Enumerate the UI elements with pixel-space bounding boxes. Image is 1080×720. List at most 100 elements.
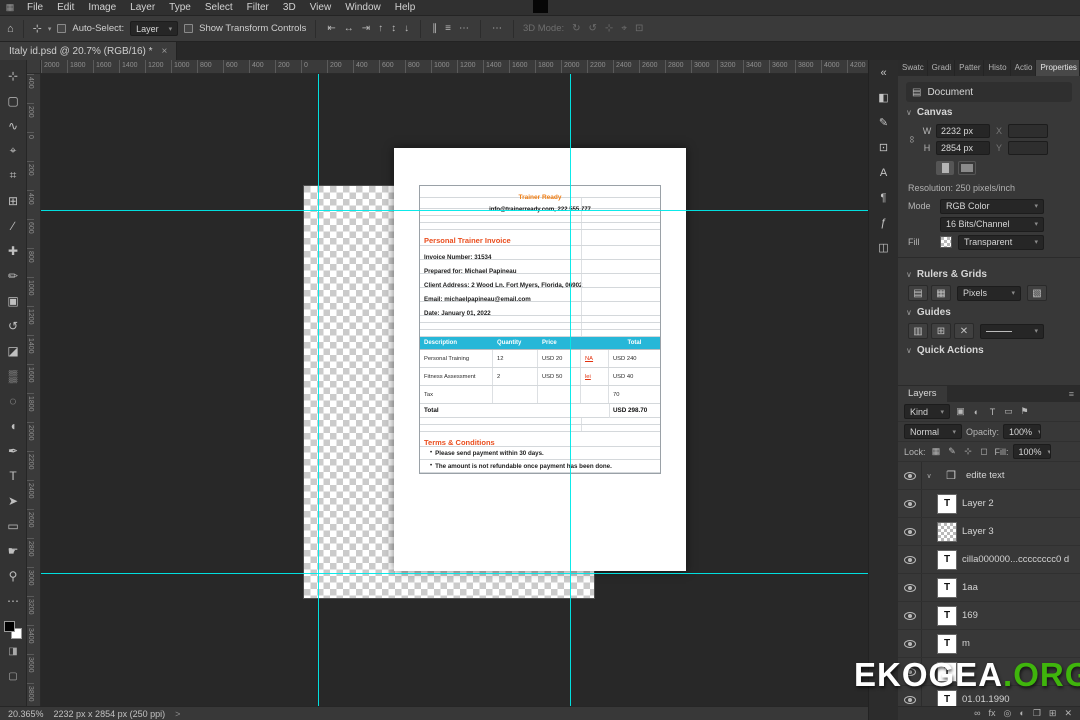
move-tool-preset-icon[interactable]: ⊹ [33,22,42,35]
clone-source-panel-icon[interactable]: ⊡ [873,137,895,158]
layer-row[interactable]: T Layer 2 [898,490,1080,518]
tool-preset-arrow-icon[interactable]: ▾ [48,25,52,33]
healing-brush-tool[interactable]: ✚ [0,238,27,263]
layer-row[interactable]: T 1aa [898,574,1080,602]
visibility-toggle[interactable] [898,630,922,657]
align-right-edges-icon[interactable]: ⇥ [360,23,372,34]
delete-layer-icon[interactable]: ✕ [1064,707,1072,720]
filter-adjustment-layers-icon[interactable]: ◐ [970,407,983,417]
link-dimensions-icon[interactable]: ∞ [906,122,918,156]
vertical-guide[interactable] [570,74,571,706]
home-icon[interactable]: ⌂ [7,23,14,35]
rulers-grids-section-header[interactable]: Rulers & Grids [906,264,1072,284]
filter-kind-dropdown[interactable]: Kind [904,404,950,419]
filter-smart-objects-icon[interactable]: ⚑ [1018,406,1031,417]
canvas-area[interactable]: Trainer Ready info@trainerready.com, 222… [41,74,868,706]
menu-image[interactable]: Image [81,0,123,15]
menu-3d[interactable]: 3D [276,0,303,15]
screen-mode-icon[interactable]: ▢ [0,664,27,689]
menu-view[interactable]: View [303,0,339,15]
shape-tool[interactable]: ▭ [0,513,27,538]
lock-transparent-pixels-icon[interactable]: ▦ [930,446,943,457]
layer-row[interactable]: T 169 [898,602,1080,630]
app-logo-icon[interactable]: ▦ [0,2,20,13]
align-bottom-edges-icon[interactable]: ↓ [402,23,411,34]
auto-select-checkbox[interactable] [57,24,67,33]
guide-layout-icon[interactable]: ▥ [908,323,928,339]
canvas-height-input[interactable]: 2854 px [936,140,990,155]
hand-tool[interactable]: ☛ [0,538,27,563]
frame-tool[interactable]: ⊞ [0,188,27,213]
menu-file[interactable]: File [20,0,50,15]
brush-tool[interactable]: ✏ [0,263,27,288]
opacity-dropdown[interactable]: 100% [1003,424,1042,439]
collapse-panels-icon[interactable]: « [873,62,895,83]
clear-guides-icon[interactable]: ✕ [954,323,974,339]
blur-tool[interactable]: ◌ [0,388,27,413]
ruler-corner[interactable] [27,60,41,74]
filter-pixel-layers-icon[interactable]: ▣ [954,406,967,417]
blend-mode-dropdown[interactable]: Normal [904,424,962,439]
document-page[interactable]: Trainer Ready info@trainerready.com, 222… [394,148,686,571]
quick-actions-section-header[interactable]: Quick Actions [906,340,1072,360]
panel-tab-patter[interactable]: Patter [955,60,985,76]
lasso-tool[interactable]: ∿ [0,113,27,138]
canvas-width-input[interactable]: 2232 px [936,123,990,138]
foreground-color-swatch[interactable] [4,621,15,632]
link-layers-icon[interactable]: ∞ [974,707,980,720]
panel-tab-properties[interactable]: Properties [1036,60,1080,76]
portrait-orientation-button[interactable] [936,161,954,175]
color-mode-dropdown[interactable]: RGB Color [940,198,1044,214]
new-guide-icon[interactable]: ⊞ [931,323,951,339]
eraser-tool[interactable]: ◪ [0,338,27,363]
lock-position-icon[interactable]: ⊹ [962,446,975,457]
guides-section-header[interactable]: Guides [906,302,1072,322]
visibility-toggle[interactable] [898,462,922,489]
visibility-toggle[interactable] [898,602,922,629]
bit-depth-dropdown[interactable]: 16 Bits/Channel [940,216,1044,232]
horizontal-guide[interactable] [41,573,868,574]
lock-image-pixels-icon[interactable]: ✎ [946,446,959,457]
clone-stamp-tool[interactable]: ▣ [0,288,27,313]
move-tool[interactable]: ⊹ [0,63,27,88]
layer-row[interactable]: Tcilla000000...cccccccc0 d [898,546,1080,574]
fill-opacity-dropdown[interactable]: 100% [1012,444,1051,459]
close-tab-icon[interactable]: × [162,46,168,57]
menu-window[interactable]: Window [338,0,388,15]
gradient-tool[interactable]: ▒ [0,363,27,388]
eyedropper-tool[interactable]: ∕ [0,213,27,238]
expand-arrow-icon[interactable]: ∨ [922,472,936,480]
horizontal-ruler[interactable]: 2000 1800 1600 1400 1200 1000 800 600 400 200 0 200… [41,60,868,74]
align-top-edges-icon[interactable]: ↑ [376,23,385,34]
color-swatches[interactable] [4,621,22,639]
new-layer-icon[interactable]: ⊞ [1049,707,1057,720]
menu-select[interactable]: Select [198,0,240,15]
layer-row[interactable]: Tm [898,630,1080,658]
menu-help[interactable]: Help [388,0,423,15]
zoom-tool[interactable]: ⚲ [0,563,27,588]
visibility-toggle[interactable] [898,518,922,545]
visibility-toggle[interactable] [898,574,922,601]
panel-tab-gradi[interactable]: Gradi [928,60,956,76]
filter-shape-layers-icon[interactable]: ▭ [1002,406,1015,417]
status-menu-arrow-icon[interactable]: > [175,709,180,719]
guide-style-dropdown[interactable] [980,323,1044,339]
quick-mask-icon[interactable]: ◨ [0,639,27,664]
brush-settings-panel-icon[interactable]: ✎ [873,112,895,133]
extra-options-icon[interactable]: ⋯ [490,23,504,34]
glyphs-panel-icon[interactable]: ƒ [873,212,895,233]
lock-all-icon[interactable]: ◻ [978,446,991,457]
pen-tool[interactable]: ✒ [0,438,27,463]
landscape-orientation-button[interactable] [958,161,976,175]
menu-layer[interactable]: Layer [123,0,162,15]
vertical-guide[interactable] [318,74,319,706]
canvas-section-header[interactable]: Canvas [906,102,1072,122]
toolbar-options-icon[interactable]: ⋯ [0,588,27,613]
layer-mask-icon[interactable]: ◎ [1004,707,1012,720]
align-options-icon[interactable]: ⋯ [457,23,471,34]
crop-tool[interactable]: ⌗ [0,163,27,188]
show-transform-checkbox[interactable] [184,24,194,33]
character-panel-icon[interactable]: A [873,162,895,183]
menu-edit[interactable]: Edit [50,0,81,15]
units-dropdown[interactable]: Pixels [957,285,1021,301]
